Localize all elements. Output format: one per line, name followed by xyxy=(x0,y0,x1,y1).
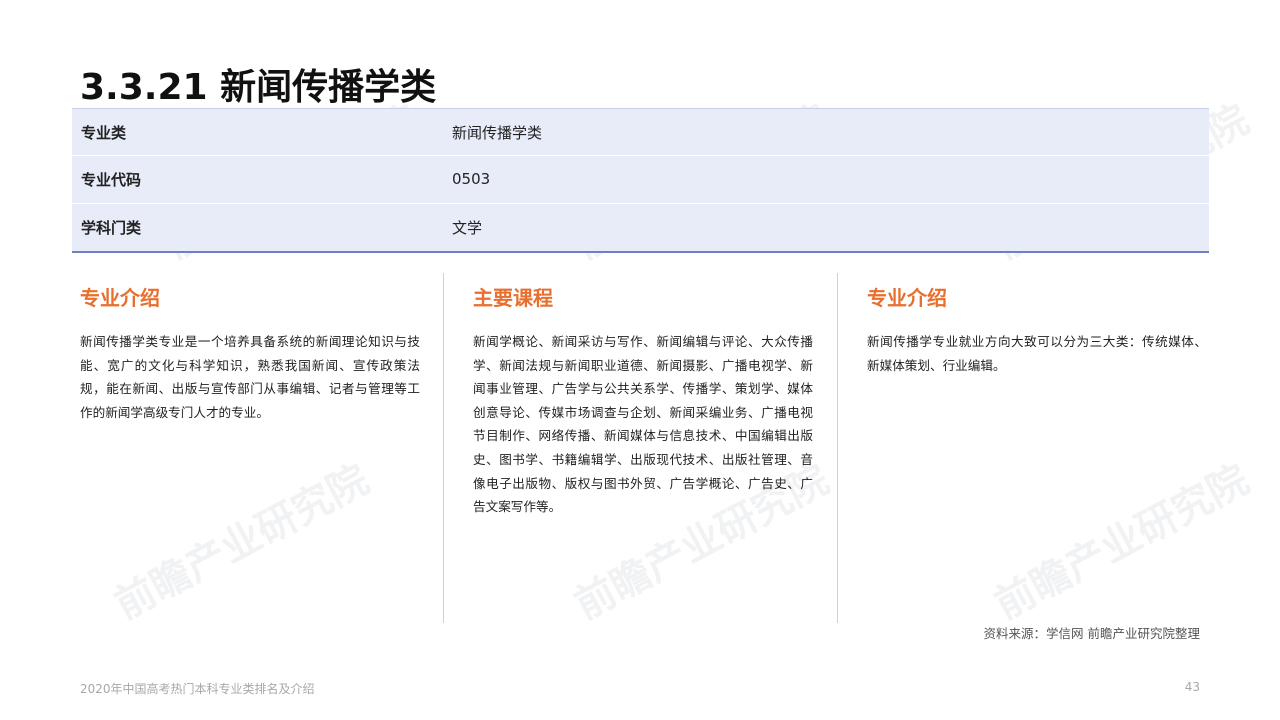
info-table: 专业类 新闻传播学类 专业代码 0503 学科门类 文学 xyxy=(72,108,1209,253)
column-heading: 专业介绍 xyxy=(867,286,947,310)
info-value: 0503 xyxy=(452,170,491,189)
column-divider xyxy=(443,273,444,623)
info-row-code: 专业代码 0503 xyxy=(72,156,1209,204)
info-key: 专业类 xyxy=(81,123,127,142)
info-row-category: 专业类 新闻传播学类 xyxy=(72,109,1209,157)
column-employment: 专业介绍 新闻传播学专业就业方向大致可以分为三大类：传统媒体、新媒体策划、行业编… xyxy=(867,273,1207,623)
column-heading: 主要课程 xyxy=(473,286,553,310)
column-introduction: 专业介绍 新闻传播学类专业是一个培养具备系统的新闻理论知识与技能、宽广的文化与科… xyxy=(80,273,420,623)
info-value: 新闻传播学类 xyxy=(452,123,543,142)
column-courses: 主要课程 新闻学概论、新闻采访与写作、新闻编辑与评论、大众传播学、新闻法规与新闻… xyxy=(473,273,813,623)
column-text: 新闻传播学专业就业方向大致可以分为三大类：传统媒体、新媒体策划、行业编辑。 xyxy=(867,334,1207,373)
info-row-discipline: 学科门类 文学 xyxy=(72,203,1209,251)
page-title: 3.3.21 新闻传播学类 xyxy=(80,67,437,108)
page-number: 43 xyxy=(1184,680,1200,694)
footer-title: 2020年中国高考热门本科专业类排名及介绍 xyxy=(80,682,315,696)
column-divider xyxy=(837,273,838,623)
info-value: 文学 xyxy=(452,218,483,237)
info-key: 专业代码 xyxy=(81,170,142,189)
column-text: 新闻传播学类专业是一个培养具备系统的新闻理论知识与技能、宽广的文化与科学知识，熟… xyxy=(80,334,420,420)
info-key: 学科门类 xyxy=(81,218,142,237)
source-note: 资料来源：学信网 前瞻产业研究院整理 xyxy=(983,626,1200,641)
column-heading: 专业介绍 xyxy=(80,286,160,310)
column-text: 新闻学概论、新闻采访与写作、新闻编辑与评论、大众传播学、新闻法规与新闻职业道德、… xyxy=(473,334,813,515)
